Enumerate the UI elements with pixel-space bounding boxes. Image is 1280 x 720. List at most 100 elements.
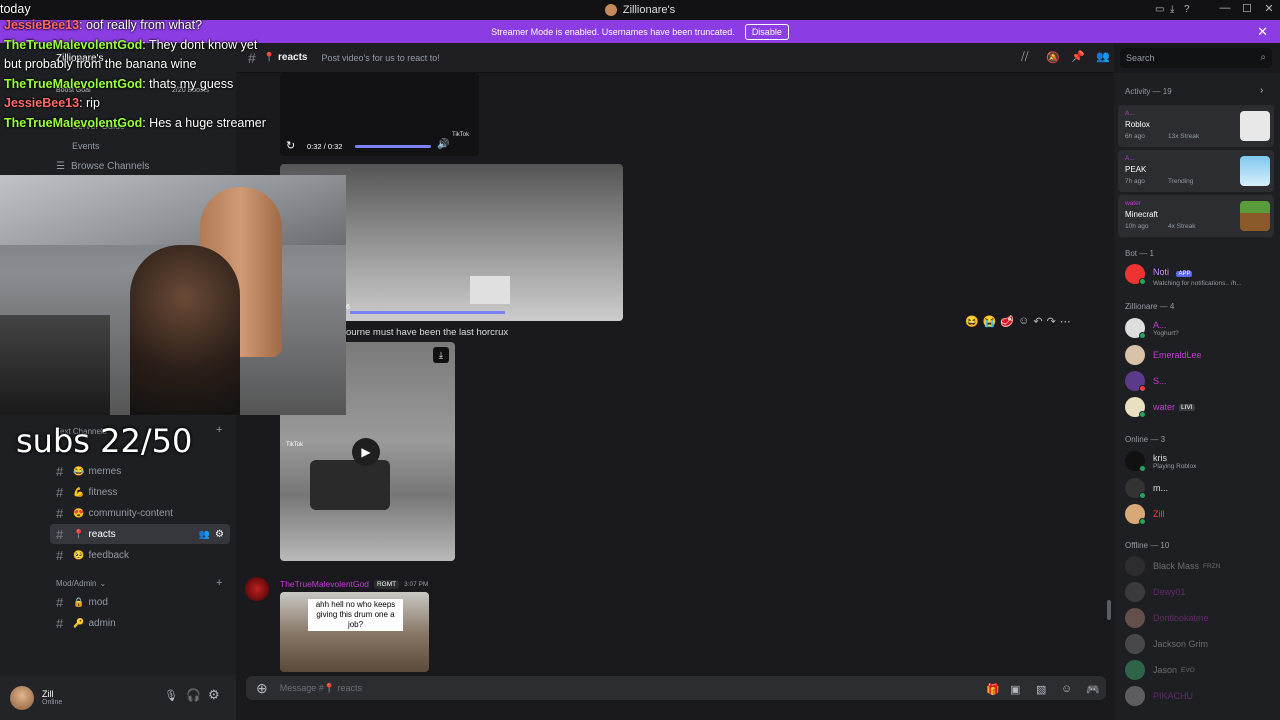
- subs-goal-overlay: subs 22/50: [16, 422, 193, 460]
- stream-chat-overlay: today JessieBee13: oof really from what?…: [0, 0, 270, 175]
- hash-icon: #: [56, 594, 64, 610]
- replay-icon[interactable]: ↻: [286, 139, 295, 152]
- play-button[interactable]: ▶: [352, 438, 380, 466]
- maximize-button[interactable]: ☐: [1236, 2, 1258, 15]
- invite-icon[interactable]: 👥: [199, 529, 210, 540]
- chat-message: JessieBee13: rip: [4, 94, 270, 114]
- channel-community-content[interactable]: # 😍 community-content: [50, 503, 230, 523]
- reaction-emoji[interactable]: 🥩: [1000, 315, 1014, 328]
- create-channel-icon[interactable]: +: [216, 424, 222, 436]
- chevron-down-icon: ⌄: [99, 579, 107, 588]
- minecraft-icon: [1240, 201, 1270, 231]
- username: Zill: [42, 689, 54, 699]
- avatar: [1125, 686, 1145, 706]
- create-channel-icon[interactable]: +: [216, 577, 222, 589]
- chat-text: : Hes a huge streamer: [142, 115, 266, 130]
- channel-label: fitness: [88, 486, 118, 498]
- avatar[interactable]: [245, 577, 269, 601]
- channel-topic[interactable]: Post video's for us to react to!: [321, 53, 439, 63]
- member-name: A...: [1153, 319, 1167, 330]
- member-row[interactable]: EmeraldLee: [1125, 342, 1275, 368]
- activity-card[interactable]: A... Roblox 6h ago 13x Streak: [1118, 105, 1274, 147]
- pin-icon[interactable]: 📌: [1071, 50, 1085, 63]
- message-author[interactable]: TheTrueMalevolentGod: [280, 579, 369, 589]
- channel-admin[interactable]: # 🔑 admin: [50, 613, 230, 633]
- channel-mod[interactable]: # 🔒 mod: [50, 592, 230, 612]
- download-icon[interactable]: ⤓: [1170, 4, 1174, 15]
- member-row[interactable]: Zill: [1125, 501, 1275, 527]
- video-embed-1[interactable]: ↻ 0:32 / 0:32 🔊 TikTok: [280, 73, 479, 156]
- apps-icon[interactable]: 🎮: [1086, 683, 1100, 696]
- member-row[interactable]: Dewy01: [1125, 579, 1275, 605]
- video-progress-bar[interactable]: [350, 311, 505, 314]
- avatar: [1125, 660, 1145, 680]
- help-icon[interactable]: ?: [1184, 4, 1190, 15]
- activity-card[interactable]: A... PEAK 7h ago Trending: [1118, 150, 1274, 192]
- attach-plus-icon[interactable]: ⊕: [256, 680, 268, 697]
- category-mod-admin[interactable]: Mod/Admin ⌄: [56, 579, 106, 588]
- chat-message: TheTrueMalevolentGod: thats my guess: [4, 75, 270, 95]
- member-row[interactable]: PIKACHU: [1125, 683, 1275, 709]
- add-reaction-icon[interactable]: ☺: [1018, 315, 1029, 327]
- chevron-right-icon[interactable]: ›: [1260, 85, 1263, 96]
- gif-icon[interactable]: ▣: [1010, 683, 1020, 696]
- more-options-icon[interactable]: ⋯: [1060, 315, 1071, 328]
- message-input[interactable]: ⊕ Message #📍 reacts: [246, 676, 1106, 700]
- sticker-icon[interactable]: ▧: [1036, 683, 1046, 696]
- download-icon[interactable]: ⤓: [433, 347, 449, 363]
- member-row[interactable]: A... Yoghurt?: [1125, 315, 1275, 341]
- channel-reacts[interactable]: # 📍 reacts 👥 ⚙: [50, 524, 230, 544]
- video-progress-bar[interactable]: [355, 145, 431, 148]
- window-title: Zillionare's: [622, 4, 676, 16]
- minimize-button[interactable]: —: [1214, 2, 1236, 14]
- chat-user: TheTrueMalevolentGod: [4, 37, 143, 52]
- channel-memes[interactable]: # 😂 memes: [50, 461, 230, 481]
- banner-text: Streamer Mode is enabled. Usernames have…: [491, 26, 735, 37]
- avatar: [1125, 318, 1146, 339]
- close-banner-icon[interactable]: ✕: [1257, 24, 1268, 40]
- search-input[interactable]: Search ⌕: [1120, 48, 1272, 68]
- member-row[interactable]: m...: [1125, 475, 1275, 501]
- reaction-emoji[interactable]: 😆: [965, 315, 979, 328]
- member-row[interactable]: water LIVI: [1125, 394, 1275, 420]
- member-list-icon[interactable]: 👥: [1096, 50, 1110, 63]
- message-placeholder: Message #📍 reacts: [279, 682, 362, 693]
- channel-feedback[interactable]: # 🥺 feedback: [50, 545, 230, 565]
- close-window-button[interactable]: ✕: [1258, 2, 1280, 15]
- disable-streamer-mode-button[interactable]: Disable: [744, 23, 789, 40]
- volume-icon[interactable]: 🔊: [437, 139, 449, 150]
- member-row[interactable]: S...: [1125, 368, 1275, 394]
- forward-icon[interactable]: ↷: [1047, 315, 1056, 328]
- mute-bell-icon[interactable]: 🔕: [1046, 51, 1060, 64]
- channel-label: mod: [88, 596, 108, 608]
- channel-fitness[interactable]: # 💪 fitness: [50, 482, 230, 502]
- member-row[interactable]: Noti APP Watching for notifications.. /h…: [1125, 261, 1275, 287]
- member-row[interactable]: Jackson Grim: [1125, 631, 1275, 657]
- member-row[interactable]: Black Mass FRZN: [1125, 553, 1275, 579]
- member-row[interactable]: Jason EVO: [1125, 657, 1275, 683]
- member-row[interactable]: Dontlookatme: [1125, 605, 1275, 631]
- tiktok-watermark: TikTok: [452, 132, 470, 138]
- reply-icon[interactable]: ↶: [1033, 315, 1042, 328]
- gift-icon[interactable]: 🎁: [986, 683, 1000, 696]
- channel-label: admin: [88, 617, 116, 629]
- user-settings-gear-icon[interactable]: ⚙: [208, 687, 220, 703]
- avatar[interactable]: [10, 685, 34, 710]
- microphone-icon[interactable]: 🎙: [164, 689, 178, 702]
- threads-icon[interactable]: ⧸⧸: [1021, 51, 1028, 64]
- reaction-emoji[interactable]: 😭: [983, 315, 997, 328]
- meme-image[interactable]: ahh hell no who keeps giving this drum o…: [280, 592, 429, 672]
- member-row[interactable]: kris Playing Roblox: [1125, 448, 1275, 474]
- settings-gear-icon[interactable]: ⚙: [215, 529, 224, 540]
- avatar: [1125, 397, 1146, 418]
- headphones-icon[interactable]: 🎧: [186, 688, 201, 702]
- scrollbar-thumb[interactable]: [1107, 600, 1111, 620]
- activity-card[interactable]: water Minecraft 10h ago 4x Streak: [1118, 195, 1274, 237]
- member-name: m...: [1153, 483, 1168, 493]
- inbox-icon[interactable]: ▭: [1155, 4, 1164, 15]
- channel-header: # 📍 reacts Post video's for us to react …: [236, 43, 1114, 73]
- hash-icon: #: [56, 526, 64, 542]
- emoji-icon[interactable]: ☺: [1061, 683, 1072, 695]
- activity-user: water: [1125, 200, 1141, 207]
- avatar: [1125, 478, 1146, 499]
